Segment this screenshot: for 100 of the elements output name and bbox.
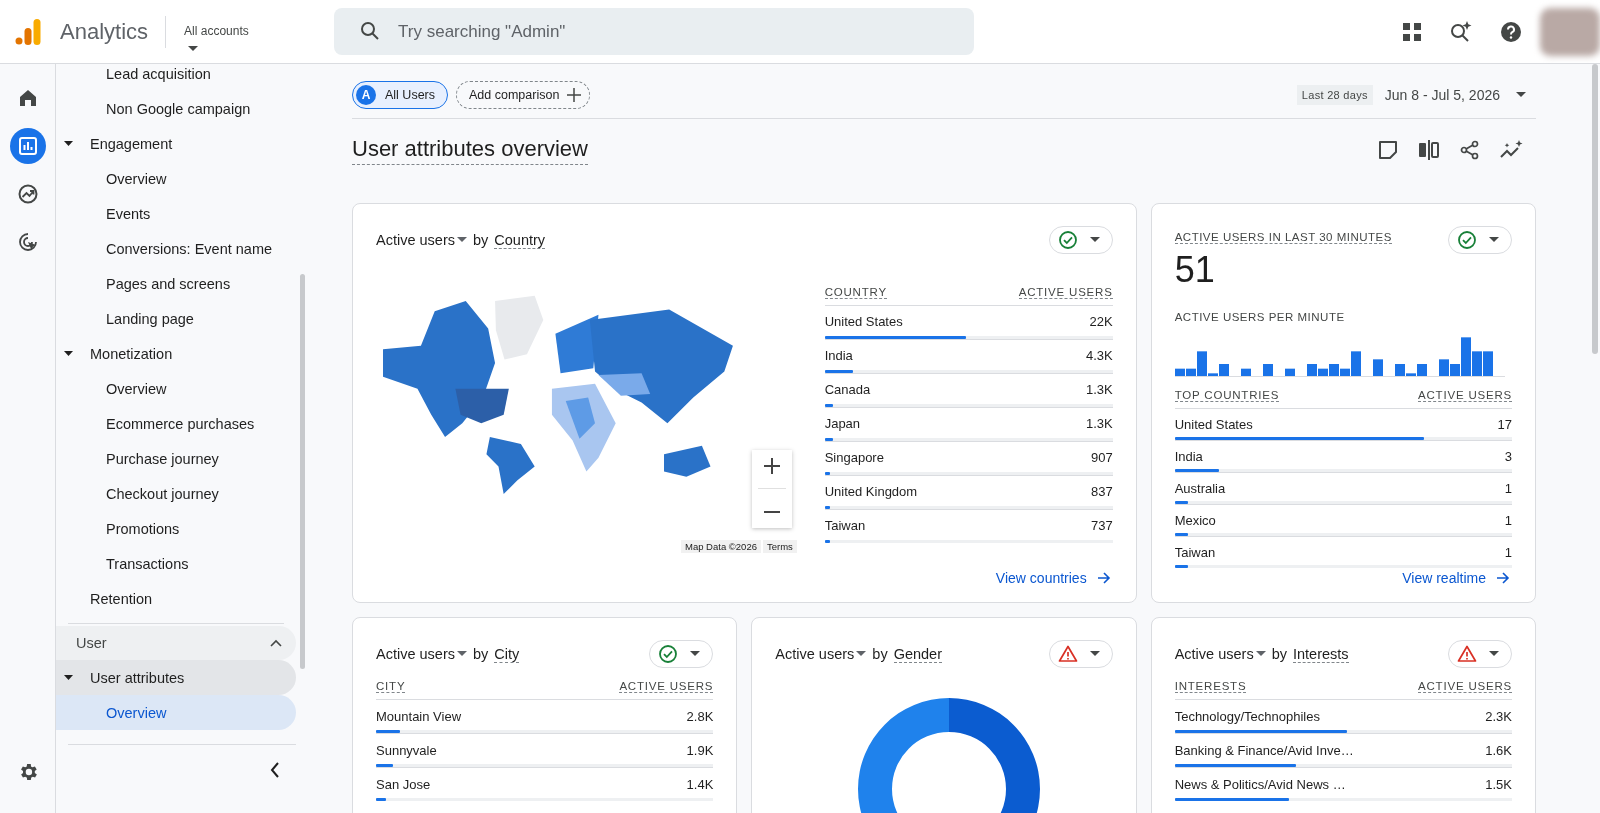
check-circle-icon — [1457, 230, 1477, 250]
dimension-link[interactable]: City — [494, 645, 520, 663]
terms-link[interactable]: Terms — [762, 540, 797, 553]
table-cell-text: 2.8K — [686, 709, 714, 726]
section-header[interactable]: User — [56, 626, 296, 660]
nav-item[interactable]: Ecommerce purchases — [56, 406, 296, 441]
metric-value: 51 — [1174, 252, 1216, 288]
segment-avatar: A — [356, 85, 376, 105]
nav-item[interactable]: Engagement — [56, 126, 296, 161]
nav-item[interactable]: User attributes — [56, 660, 296, 695]
nav-item[interactable]: Landing page — [56, 301, 296, 336]
dimension-link[interactable]: Country — [494, 231, 546, 249]
nav-item[interactable]: Purchase journey — [56, 441, 296, 476]
segment-chip[interactable]: A All Users — [352, 81, 448, 109]
dimension-link[interactable]: Gender — [893, 645, 942, 663]
table-cell-text: 1.5K — [1485, 777, 1512, 794]
date-range-picker[interactable]: Jun 8 - Jul 5, 2026 — [1384, 87, 1526, 103]
nav-item[interactable]: Conversions: Event name — [56, 231, 296, 266]
table-cell-text: Mountain View — [376, 709, 462, 726]
nav-item[interactable]: Overview — [56, 161, 296, 196]
check-circle-icon — [1057, 230, 1078, 250]
arrow-right-icon[interactable] — [1096, 571, 1111, 585]
nav-item[interactable]: Events — [56, 196, 296, 231]
scrollbar[interactable] — [300, 274, 305, 669]
product-name: Analytics — [60, 18, 149, 45]
card-title: Active users — [376, 646, 455, 662]
nav-item[interactable]: Pages and screens — [56, 266, 296, 301]
table-cell-text: Canada — [824, 382, 871, 399]
view-link[interactable]: View countries — [995, 570, 1087, 586]
share-icon[interactable] — [1460, 140, 1480, 160]
table-cell-text: Singapore — [824, 450, 884, 467]
caret-icon — [1489, 237, 1499, 243]
apps-grid-icon[interactable] — [1402, 21, 1422, 42]
segment-label: All Users — [385, 88, 435, 102]
sparkle-search-icon[interactable] — [1449, 19, 1473, 44]
table-cell-text: Taiwan — [824, 518, 866, 535]
nav-item[interactable]: Non Google campaign — [56, 91, 296, 126]
table-cell-text: 837 — [1090, 484, 1113, 501]
card-title: ACTIVE USERS IN LAST 30 MINUTES — [1174, 231, 1392, 244]
table-cell-text: 2.3K — [1485, 709, 1512, 726]
dimension-link[interactable]: Interests — [1292, 645, 1349, 663]
check-circle-icon — [658, 644, 679, 664]
nav-item[interactable]: Checkout journey — [56, 476, 296, 511]
table-cell-text: 3 — [1504, 449, 1512, 466]
table-cell-text: 1.3K — [1085, 416, 1113, 433]
view-link[interactable]: View realtime — [1402, 570, 1486, 586]
nav-item[interactable]: Transactions — [56, 546, 296, 581]
nav-item[interactable]: Overview — [56, 371, 296, 406]
column-header[interactable]: TOP COUNTRIES — [1174, 389, 1280, 402]
zoom-in-icon[interactable] — [763, 456, 781, 475]
column-header[interactable]: ACTIVE USERS — [1418, 680, 1512, 693]
bar-chart-icon[interactable] — [9, 128, 46, 164]
caret-icon[interactable] — [457, 237, 467, 243]
nav-item[interactable]: Lead acquisition — [56, 56, 296, 91]
table-cell-text: 737 — [1090, 518, 1113, 535]
nav-item[interactable]: Retention — [56, 581, 296, 616]
table-cell-text: Mexico — [1174, 513, 1216, 530]
caret-icon — [1089, 651, 1100, 657]
compare-columns-icon[interactable] — [1418, 140, 1440, 160]
chevron-left-icon[interactable] — [270, 762, 280, 778]
arrow-right-icon[interactable] — [1496, 571, 1510, 585]
caret-icon[interactable] — [457, 651, 467, 657]
table-cell-text: 1.6K — [1485, 743, 1512, 760]
page-title: User attributes overview — [352, 135, 588, 165]
table-cell-text: United Kingdom — [824, 484, 918, 501]
account-picker[interactable]: All accounts — [184, 23, 335, 52]
card-title-by: by — [1271, 646, 1287, 662]
search-field[interactable]: Try searching "Admin" — [334, 8, 975, 55]
column-header[interactable]: ACTIVE USERS — [619, 680, 714, 693]
caret-icon[interactable] — [1255, 651, 1266, 657]
nav-item[interactable]: Overview — [56, 695, 296, 730]
nav-item[interactable]: Promotions — [56, 511, 296, 546]
caret-icon[interactable] — [856, 651, 867, 657]
table-cell-text: San Jose — [376, 777, 431, 794]
card-title-by: by — [473, 646, 489, 662]
note-icon[interactable] — [1378, 140, 1398, 160]
table-cell-text: India — [824, 348, 853, 365]
help-icon[interactable] — [1500, 20, 1522, 43]
warning-icon — [1057, 644, 1078, 664]
table-cell-text: 1 — [1504, 545, 1512, 562]
column-header[interactable]: INTERESTS — [1174, 680, 1247, 693]
column-header[interactable]: ACTIVE USERS — [1018, 286, 1113, 299]
card-title-by: by — [872, 646, 888, 662]
map-credit: Map Data ©2026 — [681, 540, 761, 553]
nav-item[interactable]: Monetization — [56, 336, 296, 371]
table-cell-text: 1 — [1504, 481, 1512, 498]
sparkle-trend-icon[interactable] — [1500, 140, 1524, 160]
logo-icon[interactable] — [15, 17, 41, 46]
column-header[interactable]: COUNTRY — [824, 286, 887, 299]
table-cell-text: 17 — [1497, 417, 1512, 434]
table-cell-text: News & Politics/Avid News … — [1174, 777, 1346, 794]
table-cell-text: Sunnyvale — [376, 743, 437, 760]
card-title: Active users — [775, 646, 855, 662]
caret-icon — [188, 45, 199, 52]
column-header[interactable]: ACTIVE USERS — [1418, 389, 1512, 402]
scrollbar[interactable] — [1592, 64, 1598, 354]
table-cell-text: United States — [824, 314, 903, 331]
card-title-by: by — [473, 232, 489, 248]
column-header[interactable]: CITY — [376, 680, 406, 693]
table-cell-text: United States — [1174, 417, 1253, 434]
